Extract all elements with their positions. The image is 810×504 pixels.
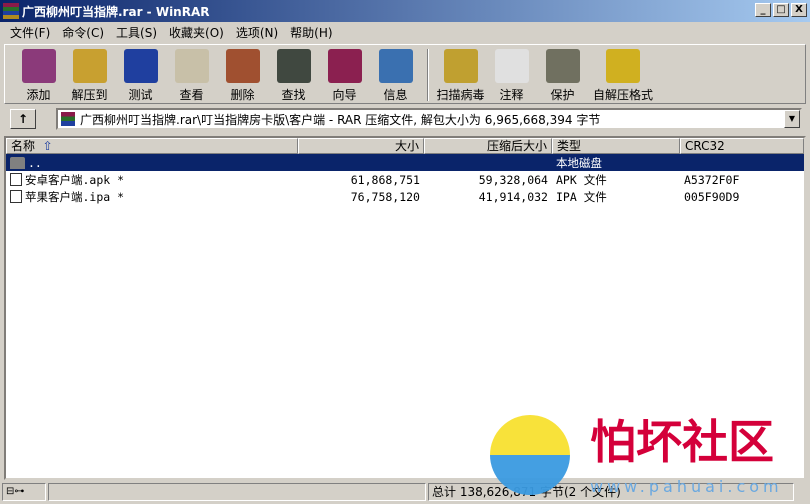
maximize-button[interactable]: □: [773, 3, 789, 17]
toolbar-button-comment[interactable]: 注释: [486, 45, 537, 103]
status-total: 总计 138,626,871 字节(2 个文件): [428, 483, 794, 501]
menu-commands[interactable]: 命令(C): [56, 24, 110, 41]
toolbar-label: 解压到: [71, 88, 108, 102]
virus-scan-icon: [443, 49, 478, 83]
column-crc[interactable]: CRC32: [680, 138, 804, 154]
dropdown-arrow-icon[interactable]: ▼: [784, 110, 800, 128]
toolbar-button-sfx[interactable]: 自解压格式: [588, 45, 658, 103]
status-bar: ⊟⊶ 总计 138,626,871 字节(2 个文件): [0, 482, 810, 502]
status-selection: [48, 483, 426, 501]
up-folder-button[interactable]: ↑: [10, 109, 36, 129]
toolbar-button-view[interactable]: 查看: [166, 45, 217, 103]
test-icon: [123, 49, 158, 83]
folder-icon: [10, 156, 25, 169]
toolbar-button-info[interactable]: 信息: [370, 45, 421, 103]
file-packed-size: 41,914,032: [478, 189, 548, 204]
toolbar-label: 信息: [383, 88, 408, 102]
toolbar-label: 删除: [230, 88, 255, 102]
table-row[interactable]: 苹果客户端.ipa * 76,758,120 41,914,032 IPA 文件…: [6, 188, 804, 205]
toolbar-separator: [427, 49, 429, 101]
toolbar-button-delete[interactable]: 删除: [217, 45, 268, 103]
file-crc: 005F90D9: [684, 189, 740, 204]
file-crc: A5372F0F: [684, 172, 740, 187]
menu-tools[interactable]: 工具(S): [110, 24, 163, 41]
toolbar-label: 保护: [550, 88, 575, 102]
view-icon: [174, 49, 209, 83]
toolbar-button-extract-to[interactable]: 解压到: [64, 45, 115, 103]
window-title: 广西柳州叮当指牌.rar - WinRAR: [22, 4, 210, 19]
extract-to-icon: [72, 49, 107, 83]
toolbar: 添加 解压到 测试 查看 删除 查找 向导 信息 扫描病毒 注释 保护 自解压格式: [4, 44, 806, 104]
file-list: 名称 ⇧ 大小 压缩后大小 类型 CRC32 .. 本地磁盘 安卓客户端.apk…: [4, 136, 806, 480]
winrar-icon: [3, 3, 19, 19]
menu-favorites[interactable]: 收藏夹(O): [163, 24, 230, 41]
path-text: 广西柳州叮当指牌.rar\叮当指牌房卡版\客户端 - RAR 压缩文件, 解包大…: [80, 112, 601, 127]
toolbar-button-virus-scan[interactable]: 扫描病毒: [435, 45, 486, 103]
wizard-icon: [327, 49, 362, 83]
sort-ascending-icon: ⇧: [42, 139, 53, 153]
file-name: 苹果客户端.ipa *: [25, 189, 125, 204]
file-icon: [10, 190, 22, 203]
file-packed-size: 59,328,064: [478, 172, 548, 187]
minimize-button[interactable]: _: [755, 3, 771, 17]
column-type[interactable]: 类型: [552, 138, 680, 154]
toolbar-button-test[interactable]: 测试: [115, 45, 166, 103]
menu-file[interactable]: 文件(F): [4, 24, 56, 41]
protect-icon: [545, 49, 580, 83]
add-archive-icon: [21, 49, 56, 83]
archive-icon: [61, 112, 75, 126]
file-type: IPA 文件: [556, 189, 607, 204]
file-icon: [10, 173, 22, 186]
toolbar-button-wizard[interactable]: 向导: [319, 45, 370, 103]
menu-bar: 文件(F) 命令(C) 工具(S) 收藏夹(O) 选项(N) 帮助(H): [0, 22, 339, 42]
toolbar-button-protect[interactable]: 保护: [537, 45, 588, 103]
toolbar-label: 添加: [26, 88, 51, 102]
file-size: 76,758,120: [350, 189, 420, 204]
delete-icon: [225, 49, 260, 83]
toolbar-button-add-archive[interactable]: 添加: [13, 45, 64, 103]
file-type: 本地磁盘: [556, 155, 602, 170]
find-icon: [276, 49, 311, 83]
toolbar-label: 查找: [281, 88, 306, 102]
address-bar: ↑ 广西柳州叮当指牌.rar\叮当指牌房卡版\客户端 - RAR 压缩文件, 解…: [4, 107, 806, 131]
file-type: APK 文件: [556, 172, 607, 187]
column-size[interactable]: 大小: [298, 138, 424, 154]
list-header: 名称 ⇧ 大小 压缩后大小 类型 CRC32: [6, 138, 804, 154]
info-icon: [378, 49, 413, 83]
toolbar-label: 测试: [128, 88, 153, 102]
menu-options[interactable]: 选项(N): [230, 24, 284, 41]
title-bar: 广西柳州叮当指牌.rar - WinRAR _ □ X: [0, 0, 810, 22]
toolbar-label: 自解压格式: [592, 88, 653, 102]
path-combobox[interactable]: 广西柳州叮当指牌.rar\叮当指牌房卡版\客户端 - RAR 压缩文件, 解包大…: [56, 108, 802, 130]
column-name[interactable]: 名称 ⇧: [6, 138, 298, 154]
toolbar-label: 向导: [332, 88, 357, 102]
file-name: 安卓客户端.apk *: [25, 172, 125, 187]
table-row[interactable]: 安卓客户端.apk * 61,868,751 59,328,064 APK 文件…: [6, 171, 804, 188]
toolbar-button-find[interactable]: 查找: [268, 45, 319, 103]
comment-icon: [494, 49, 529, 83]
column-name-label: 名称: [11, 139, 36, 153]
toolbar-label: 查看: [179, 88, 204, 102]
file-name: ..: [28, 155, 42, 170]
toolbar-label: 扫描病毒: [436, 88, 485, 102]
status-icons: ⊟⊶: [2, 483, 46, 501]
column-packed[interactable]: 压缩后大小: [424, 138, 552, 154]
menu-help[interactable]: 帮助(H): [284, 24, 338, 41]
file-size: 61,868,751: [350, 172, 420, 187]
table-row[interactable]: .. 本地磁盘: [6, 154, 804, 171]
sfx-icon: [606, 49, 640, 83]
toolbar-label: 注释: [499, 88, 524, 102]
close-button[interactable]: X: [791, 3, 807, 17]
